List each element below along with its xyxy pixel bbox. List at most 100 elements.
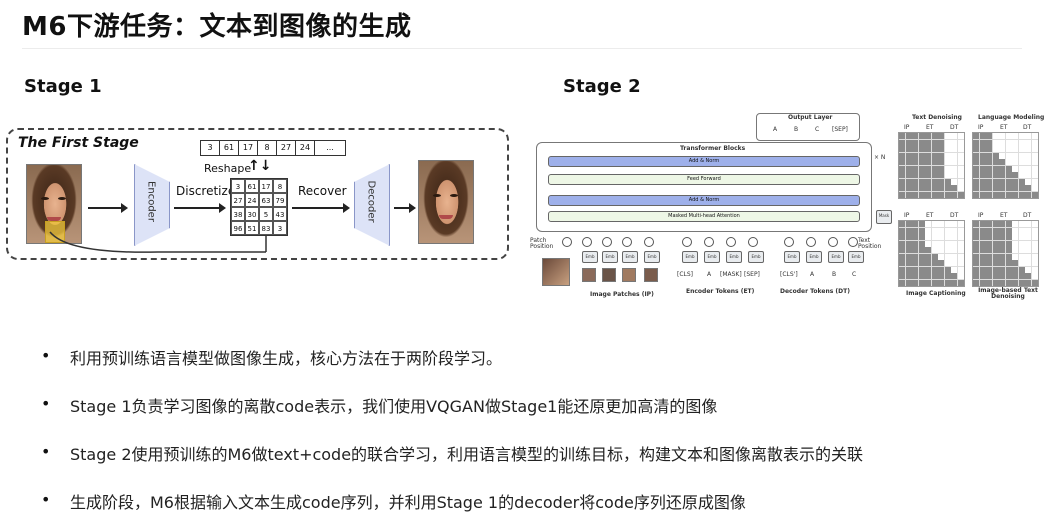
grid-cell: 61 <box>245 179 259 193</box>
mask-cell <box>1018 133 1025 139</box>
mask-cell <box>899 178 905 185</box>
decoder-token: C <box>852 271 857 278</box>
column-ip-label: IP <box>978 124 984 131</box>
mask-cell <box>999 221 1005 227</box>
mask-cell <box>1018 279 1025 286</box>
mask-cell <box>951 247 957 253</box>
grid-cell: 63 <box>259 193 273 207</box>
grid-cell: 17 <box>259 179 273 193</box>
mask-cell <box>999 266 1005 273</box>
mask-cell <box>912 152 918 159</box>
mask-cell <box>1005 178 1012 185</box>
add-norm-bar: Add & Norm <box>548 195 860 206</box>
mask-cell <box>944 152 951 159</box>
mask-cell <box>925 260 931 266</box>
mask-cell <box>938 159 944 165</box>
mask-cell <box>986 227 992 234</box>
stage1-label: Stage 1 <box>24 76 102 97</box>
mask-cell <box>992 165 999 172</box>
mask-cell <box>944 266 951 273</box>
mask-cell <box>1018 159 1025 165</box>
mask-cell <box>1005 139 1012 146</box>
mask-cell <box>1025 279 1031 286</box>
mask-cell <box>979 159 986 165</box>
mask-cell <box>1031 159 1038 165</box>
mask-cell <box>899 221 905 227</box>
mask-cell <box>944 159 951 165</box>
mask-cell <box>912 234 918 240</box>
mask-cell <box>979 146 986 152</box>
mask-cell <box>1005 273 1012 279</box>
mask-cell <box>1025 221 1031 227</box>
mask-cell <box>957 191 964 198</box>
column-dt-label: DT <box>950 212 959 219</box>
mask-cell <box>931 146 938 152</box>
mask-cell <box>1025 247 1031 253</box>
column-ip-label: IP <box>978 212 984 219</box>
mask-cell <box>999 152 1005 159</box>
grid-cell: 27 <box>231 193 245 207</box>
mask-cell <box>931 266 938 273</box>
mask-cell <box>905 185 912 191</box>
mask-cell <box>992 221 999 227</box>
mask-cell <box>931 165 938 172</box>
mask-cell <box>912 133 918 139</box>
mask-cell <box>1012 165 1018 172</box>
mask-cell <box>957 152 964 159</box>
mask-cell <box>899 139 905 146</box>
mask-cell <box>1005 279 1012 286</box>
mask-cell <box>992 273 999 279</box>
mask-cell <box>1018 253 1025 260</box>
mask-cell <box>973 260 979 266</box>
mask-cell <box>944 221 951 227</box>
add-norm-bar: Add & Norm <box>548 156 860 167</box>
mask-cell <box>1012 146 1018 152</box>
mask-cell <box>1012 185 1018 191</box>
mask-cell <box>944 191 951 198</box>
mask-cell <box>957 227 964 234</box>
patch-thumbnail <box>542 258 570 286</box>
mask-cell <box>905 133 912 139</box>
mask-cell <box>951 266 957 273</box>
mask-cell <box>918 234 925 240</box>
mask-cell <box>899 172 905 178</box>
mask-cell <box>957 266 964 273</box>
mask-cell <box>1018 234 1025 240</box>
output-layer-label: Output Layer <box>788 114 833 121</box>
mask-cell <box>944 253 951 260</box>
mask-cell <box>925 240 931 247</box>
mask-cell <box>992 159 999 165</box>
mask-cell <box>979 260 986 266</box>
mask-cell <box>1005 133 1012 139</box>
stage2-diagram: Output Layer A B C [SEP] Transformer Blo… <box>530 110 1050 300</box>
encoder-token: [MASK] <box>720 271 742 278</box>
mask-cell <box>905 165 912 172</box>
mask-cell <box>1031 260 1038 266</box>
mask-cell <box>986 240 992 247</box>
mask-matrix-text-denoising <box>898 132 965 199</box>
mask-cell <box>979 165 986 172</box>
mask-cell <box>957 159 964 165</box>
mask-cell <box>931 273 938 279</box>
mask-cell <box>973 234 979 240</box>
mask-cell <box>999 253 1005 260</box>
mask-cell <box>931 247 938 253</box>
bullet-dot: • <box>41 394 51 413</box>
mask-cell <box>1005 253 1012 260</box>
mask-cell <box>986 178 992 185</box>
mask-cell <box>912 266 918 273</box>
mask-cell <box>912 139 918 146</box>
mask-cell <box>957 178 964 185</box>
mask-cell <box>925 133 931 139</box>
mask-cell <box>986 253 992 260</box>
mask-cell <box>992 247 999 253</box>
mask-cell <box>986 185 992 191</box>
mask-cell <box>944 178 951 185</box>
mask-cell <box>973 165 979 172</box>
mask-cell <box>925 146 931 152</box>
mask-cell <box>925 139 931 146</box>
mask-cell <box>938 185 944 191</box>
emb-box: Emb <box>828 251 844 263</box>
output-token: [SEP] <box>832 126 848 133</box>
mask-cell <box>899 165 905 172</box>
